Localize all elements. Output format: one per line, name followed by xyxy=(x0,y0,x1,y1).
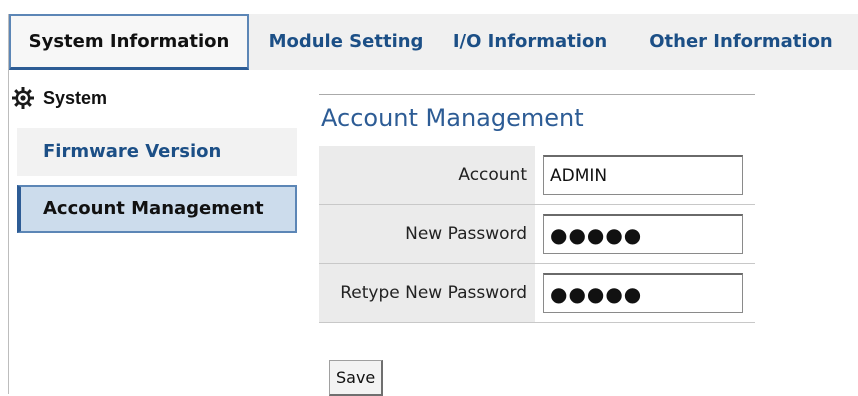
form-row-new-password: New Password xyxy=(319,204,755,264)
sidebar-title: System xyxy=(43,87,108,108)
tab-bar: System Information Module Setting I/O In… xyxy=(9,14,858,70)
retype-password-label: Retype New Password xyxy=(319,263,535,323)
sidebar: System Firmware Version Account Manageme… xyxy=(9,70,299,394)
tab-module-setting[interactable]: Module Setting xyxy=(261,14,431,70)
new-password-label: New Password xyxy=(319,204,535,264)
tab-io-information[interactable]: I/O Information xyxy=(439,14,621,70)
page-title: Account Management xyxy=(321,104,584,132)
sidebar-header: System xyxy=(9,84,107,112)
retype-password-input[interactable] xyxy=(543,273,743,313)
new-password-input[interactable] xyxy=(543,214,743,254)
tab-other-information[interactable]: Other Information xyxy=(639,14,843,70)
sidebar-item-firmware-version[interactable]: Firmware Version xyxy=(17,128,297,176)
form-row-retype-password: Retype New Password xyxy=(319,263,755,323)
app-frame: System Information Module Setting I/O In… xyxy=(8,14,858,396)
section-divider xyxy=(319,94,755,95)
save-button[interactable]: Save xyxy=(329,360,384,396)
gear-icon xyxy=(12,87,34,109)
account-form: Account New Password Retype New Password xyxy=(319,146,755,323)
sidebar-item-account-management[interactable]: Account Management xyxy=(17,185,297,233)
form-row-account: Account xyxy=(319,146,755,205)
account-label: Account xyxy=(319,146,535,205)
tab-system-information[interactable]: System Information xyxy=(9,14,249,70)
account-input[interactable] xyxy=(543,155,743,195)
